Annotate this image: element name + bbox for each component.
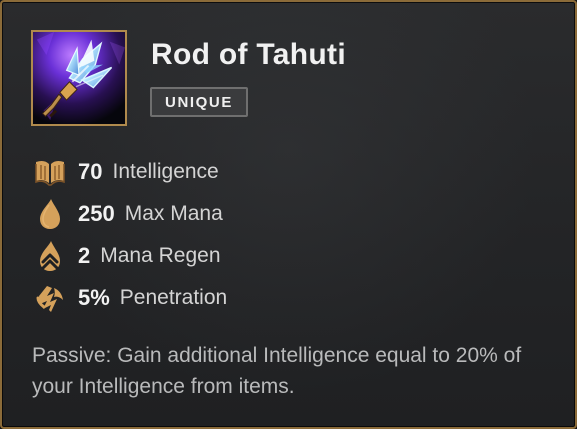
stat-value: 70	[78, 159, 103, 184]
item-title: Rod of Tahuti	[151, 38, 346, 71]
mana-regen-icon	[32, 238, 68, 274]
item-tooltip: Rod of Tahuti UNIQUE 70 Intelligence 250…	[0, 0, 577, 429]
stats-list: 70 Intelligence 250 Max Mana 2 Mana Rege…	[32, 151, 552, 319]
book-icon	[32, 154, 68, 190]
mana-drop-icon	[32, 196, 68, 232]
stat-intelligence: 70 Intelligence	[32, 151, 552, 193]
stat-value: 5%	[78, 285, 110, 310]
stat-mana-regen: 2 Mana Regen	[32, 235, 552, 277]
stat-label: Intelligence	[112, 160, 219, 183]
penetration-icon	[32, 280, 68, 316]
stat-value: 250	[78, 201, 115, 226]
stat-label: Max Mana	[124, 202, 223, 225]
rarity-badge: UNIQUE	[150, 87, 248, 117]
stat-label: Mana Regen	[100, 244, 221, 267]
stat-value: 2	[78, 243, 91, 268]
stat-max-mana: 250 Max Mana	[32, 193, 552, 235]
stat-penetration: 5% Penetration	[32, 277, 552, 319]
passive-description: Passive: Gain additional Intelligence eq…	[32, 344, 522, 398]
stat-label: Penetration	[119, 286, 228, 309]
crystal-staff-icon	[31, 30, 127, 126]
